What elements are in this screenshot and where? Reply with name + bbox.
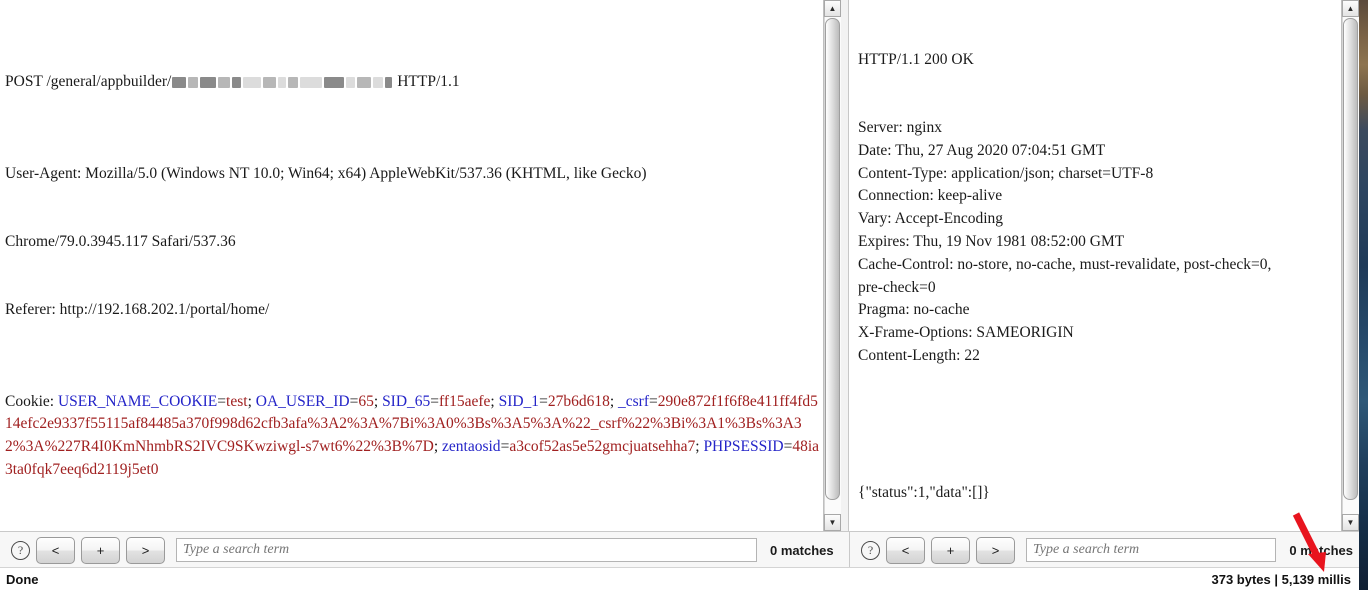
response-header-line: Server: nginx [858, 117, 1337, 140]
response-header-line: Date: Thu, 27 Aug 2020 07:04:51 GMT [858, 140, 1337, 163]
cookie-equals: = [501, 438, 510, 455]
cookie-value: ff15aefe [439, 393, 490, 410]
search-previous-button[interactable]: < [886, 537, 925, 564]
request-scroll-down-arrow[interactable]: ▼ [824, 514, 841, 531]
request-header-cookie: Cookie: USER_NAME_COOKIE=test; OA_USER_I… [5, 391, 819, 482]
cookie-separator: ; [490, 393, 498, 410]
cookie-equals: = [649, 393, 658, 410]
search-add-button[interactable]: + [81, 537, 120, 564]
response-header-line: Content-Length: 22 [858, 345, 1337, 368]
cookie-name: SID_65 [382, 393, 430, 410]
search-next-button[interactable]: > [976, 537, 1015, 564]
cookie-name: OA_USER_ID [256, 393, 350, 410]
response-blank-line [858, 413, 1337, 436]
response-header-line: Pragma: no-cache [858, 299, 1337, 322]
help-icon[interactable]: ? [861, 541, 880, 560]
response-text-area[interactable]: HTTP/1.1 200 OK Server: nginxDate: Thu, … [849, 0, 1341, 531]
cookie-value: test [226, 393, 248, 410]
request-vertical-scrollbar[interactable]: ▲ ▼ [823, 0, 840, 531]
response-scroll-down-arrow[interactable]: ▼ [1342, 514, 1359, 531]
search-previous-button[interactable]: < [36, 537, 75, 564]
cookie-name: USER_NAME_COOKIE [58, 393, 217, 410]
cookie-separator: ; [610, 393, 618, 410]
request-search-toolbar: ? < + > 0 matches [0, 532, 849, 568]
cookie-label: Cookie: [5, 393, 58, 410]
cookie-value: 65 [358, 393, 374, 410]
request-scroll-up-arrow[interactable]: ▲ [824, 0, 841, 17]
request-line: POST /general/appbuilder/ HTTP/1.1 [5, 71, 819, 94]
cookie-equals: = [430, 393, 439, 410]
response-search-toolbar: ? < + > 0 matches [849, 532, 1359, 568]
request-response-split: POST /general/appbuilder/ HTTP/1.1 User-… [0, 0, 1359, 531]
status-bar: Done 373 bytes | 5,139 millis [0, 567, 1359, 590]
response-match-count: 0 matches [1289, 543, 1353, 558]
response-body: {"status":1,"data":[]} [858, 482, 1337, 505]
cookie-separator: ; [434, 438, 442, 455]
response-search-input[interactable] [1026, 538, 1276, 562]
request-pane: POST /general/appbuilder/ HTTP/1.1 User-… [0, 0, 840, 531]
search-next-button[interactable]: > [126, 537, 165, 564]
cookie-equals: = [539, 393, 548, 410]
response-pane: HTTP/1.1 200 OK Server: nginxDate: Thu, … [849, 0, 1358, 531]
cookie-equals: = [784, 438, 793, 455]
cookie-separator: ; [248, 393, 256, 410]
request-search-input[interactable] [176, 538, 757, 562]
response-header-line: pre-check=0 [858, 277, 1337, 300]
cookie-value: 27b6d618 [548, 393, 610, 410]
cookie-name: zentaosid [442, 438, 501, 455]
response-header-line: X-Frame-Options: SAMEORIGIN [858, 322, 1337, 345]
request-match-count: 0 matches [770, 543, 834, 558]
request-text-area[interactable]: POST /general/appbuilder/ HTTP/1.1 User-… [0, 0, 823, 531]
response-header-line: Expires: Thu, 19 Nov 1981 08:52:00 GMT [858, 231, 1337, 254]
cookie-separator: ; [374, 393, 382, 410]
request-header-user-agent-2: Chrome/79.0.3945.117 Safari/537.36 [5, 231, 819, 254]
request-method-path: POST /general/appbuilder/ [5, 73, 171, 90]
status-message: Done [6, 572, 39, 587]
cookie-equals: = [217, 393, 226, 410]
response-header-line: Cache-Control: no-store, no-cache, must-… [858, 254, 1337, 277]
response-header-line: Content-Type: application/json; charset=… [858, 163, 1337, 186]
request-path-redaction [171, 73, 393, 90]
search-add-button[interactable]: + [931, 537, 970, 564]
help-icon[interactable]: ? [11, 541, 30, 560]
response-scroll-thumb[interactable] [1343, 18, 1358, 500]
request-header-referer: Referer: http://192.168.202.1/portal/hom… [5, 299, 819, 322]
request-scroll-thumb[interactable] [825, 18, 840, 500]
status-metrics: 373 bytes | 5,139 millis [1211, 572, 1351, 587]
response-scroll-up-arrow[interactable]: ▲ [1342, 0, 1359, 17]
request-http-version: HTTP/1.1 [397, 73, 459, 90]
response-headers: Server: nginxDate: Thu, 27 Aug 2020 07:0… [858, 117, 1337, 368]
response-header-line: Vary: Accept-Encoding [858, 208, 1337, 231]
cookie-list: USER_NAME_COOKIE=test; OA_USER_ID=65; SI… [5, 393, 819, 478]
cookie-value: a3cof52as5e52gmcjuatsehha7 [509, 438, 695, 455]
cookie-name: PHPSESSID [703, 438, 783, 455]
cookie-name: _csrf [618, 393, 649, 410]
request-header-user-agent-1: User-Agent: Mozilla/5.0 (Windows NT 10.0… [5, 163, 819, 186]
response-header-line: Connection: keep-alive [858, 185, 1337, 208]
search-toolbars: ? < + > 0 matches ? < + > 0 matches [0, 531, 1359, 568]
response-vertical-scrollbar[interactable]: ▲ ▼ [1341, 0, 1358, 531]
cookie-name: SID_1 [499, 393, 539, 410]
pane-splitter[interactable] [840, 0, 849, 531]
desktop-background-sliver [1359, 0, 1368, 590]
response-status-line: HTTP/1.1 200 OK [858, 49, 1337, 72]
